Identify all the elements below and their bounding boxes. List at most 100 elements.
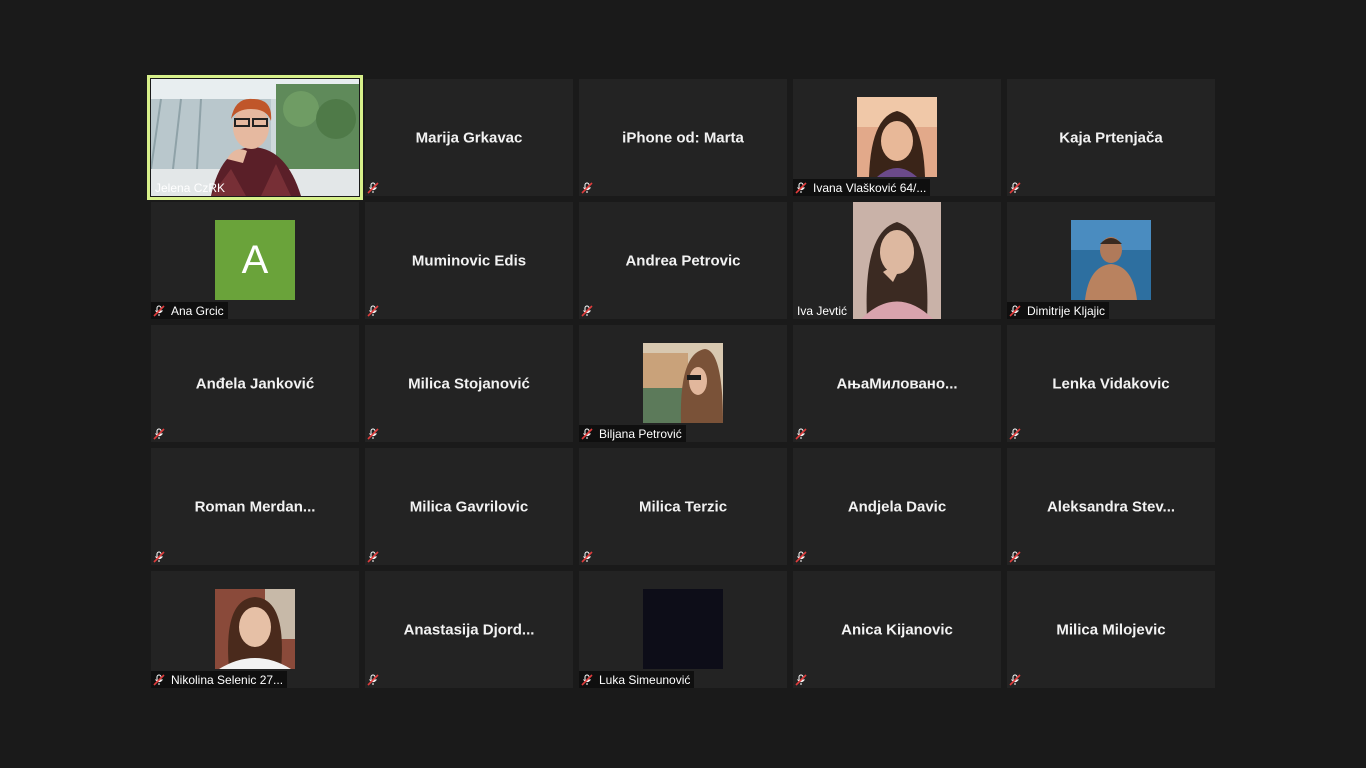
participant-display-name: Andjela Davic	[847, 498, 947, 515]
participant-label	[579, 302, 599, 319]
participant-tile[interactable]: Luka Simeunović	[579, 571, 787, 688]
participant-label: Jelena CzRK	[151, 179, 229, 196]
participant-tile[interactable]: Biljana Petrović	[579, 325, 787, 442]
participant-name: Nikolina Selenic 27...	[171, 672, 284, 687]
video-gallery: Jelena CzRK Marija Grkavac iPhone od: Ma…	[147, 75, 1215, 688]
participant-display-name: Milica Terzic	[638, 498, 728, 515]
participant-tile[interactable]: Ivana Vlašković 64/...	[793, 79, 1001, 196]
participant-label: Iva Jevtić	[793, 302, 851, 319]
participant-tile[interactable]: Andjela Davic	[793, 448, 1001, 565]
participant-name: Ivana Vlašković 64/...	[813, 180, 927, 195]
participant-tile[interactable]: Milica Gavrilovic	[365, 448, 573, 565]
participant-label	[365, 179, 385, 196]
participant-tile-active-speaker[interactable]: Jelena CzRK	[147, 75, 363, 200]
participant-display-name: Anica Kijanovic	[841, 621, 953, 638]
participant-label	[365, 548, 385, 565]
participant-label: Luka Simeunović	[579, 671, 695, 688]
participant-label: Ana Grcic	[151, 302, 228, 319]
participant-display-name: Anastasija Djord...	[403, 621, 535, 638]
participant-tile[interactable]: Anđela Janković	[151, 325, 359, 442]
participant-tile[interactable]: Andrea Petrovic	[579, 202, 787, 319]
participant-name: Luka Simeunović	[599, 672, 691, 687]
participant-display-name: Aleksandra Stev...	[1046, 498, 1176, 515]
participant-tile[interactable]: Muminovic Edis	[365, 202, 573, 319]
participant-label	[151, 425, 171, 442]
mic-muted-icon	[579, 425, 595, 442]
participant-display-name: Muminovic Edis	[411, 252, 527, 269]
participant-display-name: Andrea Petrovic	[625, 252, 741, 269]
mic-muted-icon	[793, 671, 809, 688]
participant-tile[interactable]: Lenka Vidakovic	[1007, 325, 1215, 442]
mic-muted-icon	[1007, 302, 1023, 319]
profile-photo	[857, 97, 937, 177]
mic-muted-icon	[365, 425, 381, 442]
participant-label	[1007, 179, 1027, 196]
participant-tile[interactable]: Iva Jevtić	[793, 202, 1001, 319]
participant-name: Biljana Petrović	[599, 426, 682, 441]
mic-muted-icon	[579, 302, 595, 319]
participant-display-name: iPhone od: Marta	[622, 129, 744, 146]
mic-muted-icon	[151, 302, 167, 319]
participant-label: Biljana Petrović	[579, 425, 686, 442]
participant-tile[interactable]: Nikolina Selenic 27...	[151, 571, 359, 688]
participant-label	[365, 302, 385, 319]
participant-tile[interactable]: Anastasija Djord...	[365, 571, 573, 688]
participant-tile[interactable]: Kaja Prtenjača	[1007, 79, 1215, 196]
participant-label	[1007, 548, 1027, 565]
participant-tile[interactable]: АњаМилованo...	[793, 325, 1001, 442]
mic-muted-icon	[1007, 671, 1023, 688]
participant-tile[interactable]: Anica Kijanovic	[793, 571, 1001, 688]
participant-display-name: Roman Merdan...	[194, 498, 316, 515]
participant-label	[365, 671, 385, 688]
mic-muted-icon	[579, 548, 595, 565]
participant-tile[interactable]: iPhone od: Marta	[579, 79, 787, 196]
participant-tile[interactable]: Dimitrije Kljajic	[1007, 202, 1215, 319]
participant-tile[interactable]: Roman Merdan...	[151, 448, 359, 565]
mic-muted-icon	[151, 425, 167, 442]
mic-muted-icon	[793, 548, 809, 565]
participant-tile[interactable]: Milica Stojanović	[365, 325, 573, 442]
participant-display-name: Anđela Janković	[195, 375, 315, 392]
participant-name: Ana Grcic	[171, 303, 224, 318]
participant-name: Iva Jevtić	[797, 303, 848, 318]
avatar: A	[215, 220, 295, 300]
mic-muted-icon	[365, 548, 381, 565]
participant-label	[1007, 425, 1027, 442]
profile-photo	[1071, 220, 1151, 300]
participant-label	[579, 179, 599, 196]
participant-tile[interactable]: Aleksandra Stev...	[1007, 448, 1215, 565]
profile-photo	[215, 589, 295, 669]
participant-name: Jelena CzRK	[155, 180, 226, 195]
participant-display-name: Milica Stojanović	[408, 375, 530, 392]
profile-photo	[643, 343, 723, 423]
participant-tile[interactable]: Marija Grkavac	[365, 79, 573, 196]
participant-tile[interactable]: A Ana Grcic	[151, 202, 359, 319]
participant-label	[1007, 671, 1027, 688]
mic-muted-icon	[1007, 425, 1023, 442]
mic-muted-icon	[365, 302, 381, 319]
participant-display-name: Marija Grkavac	[415, 129, 523, 146]
mic-muted-icon	[365, 179, 381, 196]
mic-muted-icon	[793, 179, 809, 196]
mic-muted-icon	[365, 671, 381, 688]
mic-muted-icon	[151, 671, 167, 688]
participant-display-name: Milica Gavrilovic	[409, 498, 529, 515]
participant-label	[793, 548, 813, 565]
mic-muted-icon	[579, 179, 595, 196]
participant-name: Dimitrije Kljajic	[1027, 303, 1106, 318]
participant-label: Ivana Vlašković 64/...	[793, 179, 931, 196]
participant-display-name: Milica Milojevic	[1056, 621, 1166, 638]
participant-label: Nikolina Selenic 27...	[151, 671, 288, 688]
mic-muted-icon	[1007, 548, 1023, 565]
profile-photo	[853, 202, 941, 319]
participant-tile[interactable]: Milica Milojevic	[1007, 571, 1215, 688]
participant-display-name: Kaja Prtenjača	[1059, 129, 1163, 146]
mic-muted-icon	[579, 671, 595, 688]
mic-muted-icon	[793, 425, 809, 442]
participant-label	[365, 425, 385, 442]
participant-tile[interactable]: Milica Terzic	[579, 448, 787, 565]
participant-display-name: Lenka Vidakovic	[1052, 375, 1170, 392]
participant-display-name: АњаМилованo...	[836, 375, 958, 392]
participant-label	[151, 548, 171, 565]
mic-muted-icon	[151, 548, 167, 565]
